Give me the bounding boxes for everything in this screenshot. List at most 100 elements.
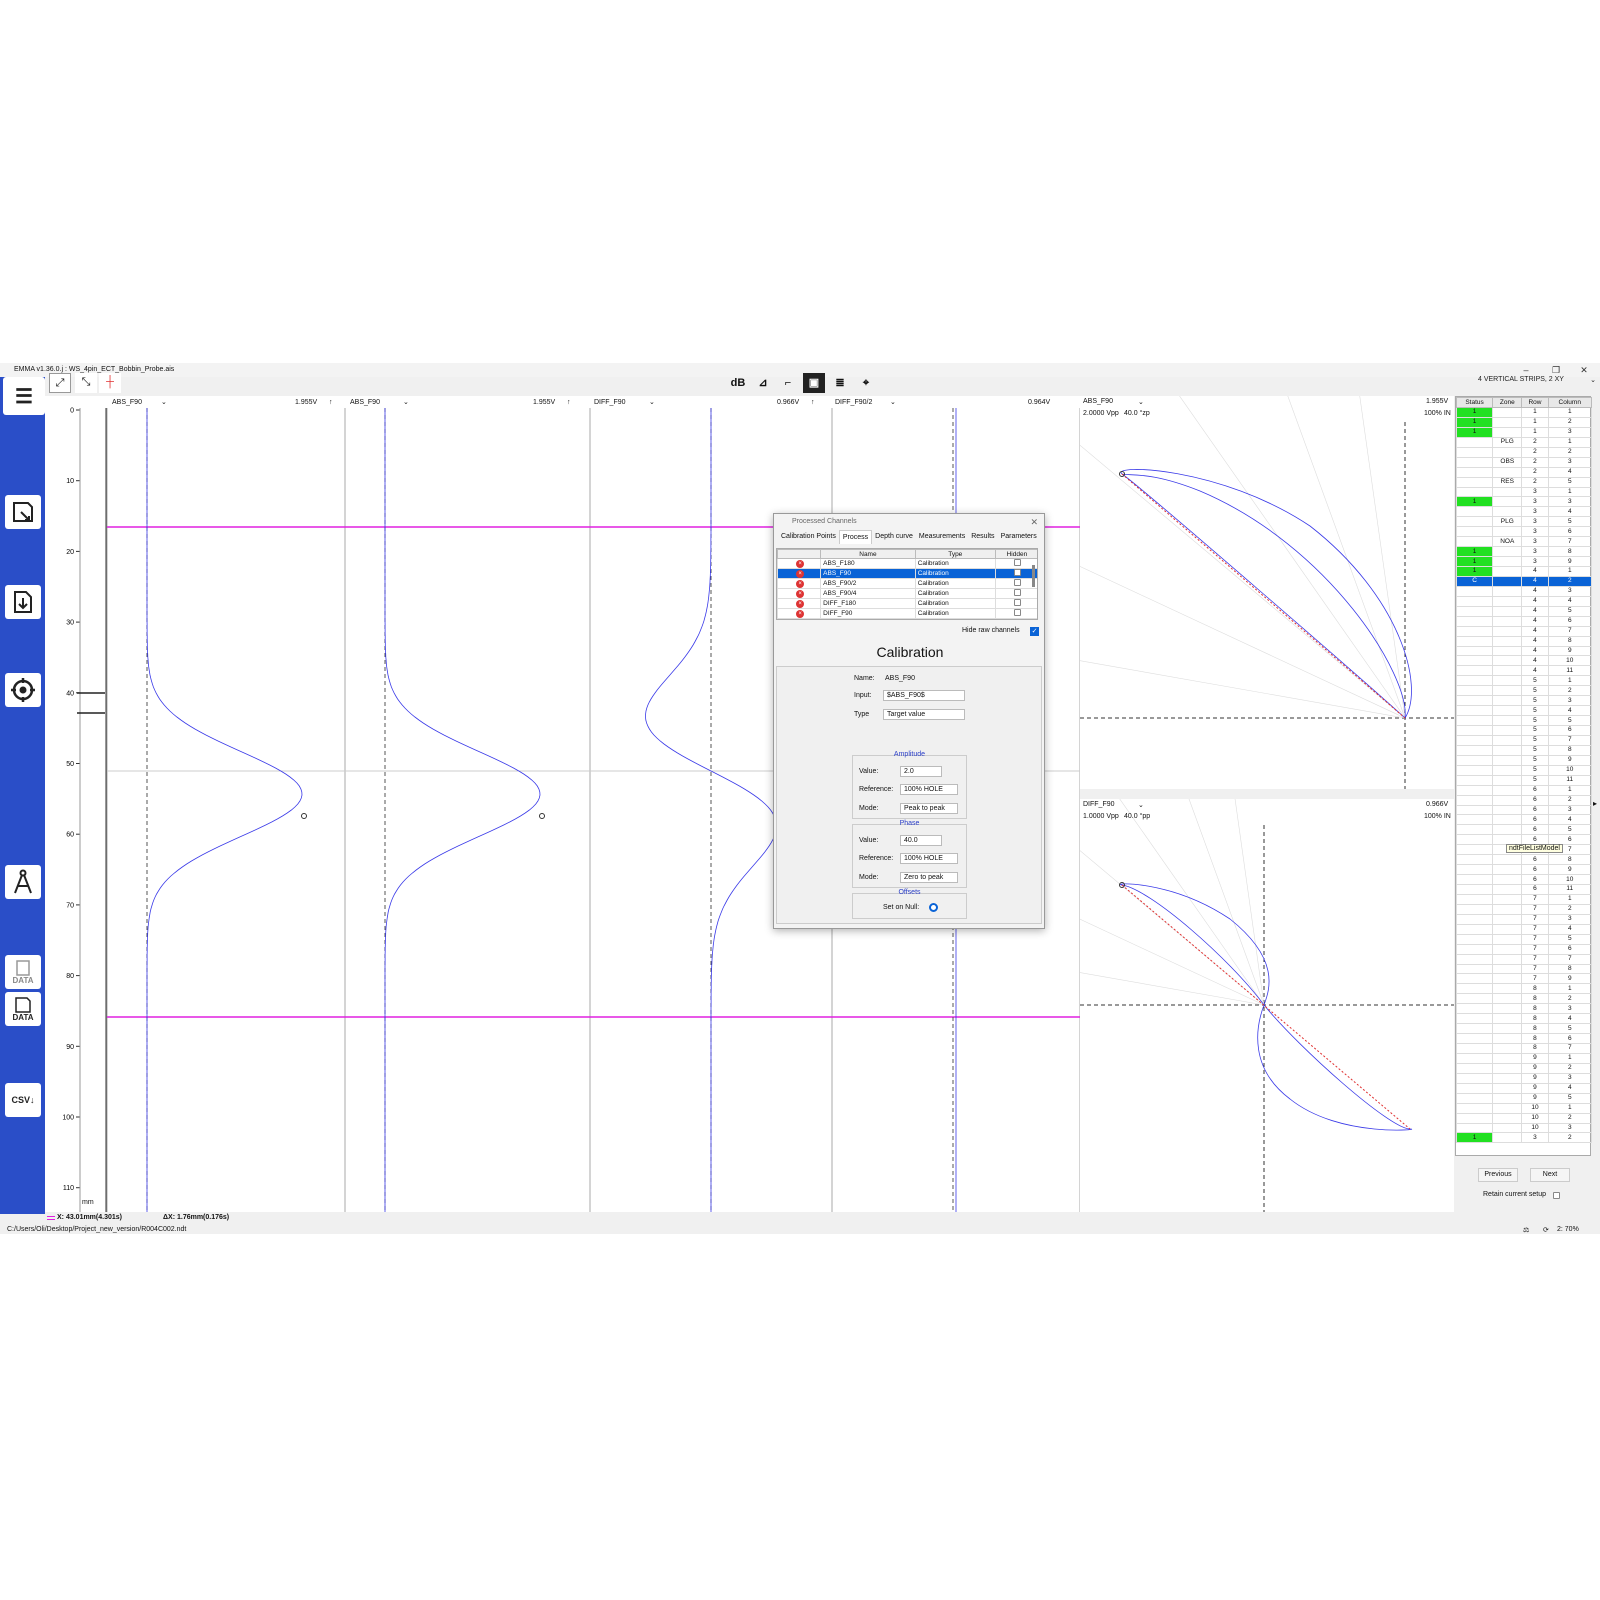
close-icon[interactable]: ✕	[1570, 363, 1598, 377]
table-row[interactable]: 24	[1455, 466, 1592, 478]
table-row[interactable]: 111	[1455, 407, 1592, 418]
table-row[interactable]: 1 33	[1455, 496, 1592, 508]
table-row[interactable]: 56	[1455, 725, 1592, 736]
strip-3-channel[interactable]: DIFF_F90	[594, 396, 626, 409]
expand-view-icon[interactable]: ⤢	[49, 373, 71, 393]
table-row[interactable]: 6 11	[1455, 884, 1592, 895]
arrow-up-icon[interactable]: ↑	[811, 396, 815, 409]
arrow-up-icon[interactable]: ↑	[567, 396, 571, 409]
input-select[interactable]: $ABS_F90$	[883, 690, 965, 701]
compass-icon[interactable]	[5, 865, 41, 899]
amplitude-ref-select[interactable]: 100% HOLE	[900, 784, 958, 795]
phase-ref-select[interactable]: 100% HOLE	[900, 853, 958, 864]
hidden-checkbox[interactable]	[1014, 599, 1022, 606]
table-row[interactable]: 43	[1455, 585, 1592, 597]
col-header-hidden[interactable]: Hidden	[994, 549, 1037, 559]
phase-value-input[interactable]: 40.0	[900, 835, 942, 846]
table-row[interactable]: 47	[1455, 625, 1592, 637]
table-row[interactable]: 58	[1455, 744, 1592, 756]
delete-icon[interactable]: ×	[796, 559, 805, 568]
type-select[interactable]: Target value	[883, 709, 965, 720]
table-row[interactable]: × DIFF_F180 Calibration	[777, 598, 1037, 609]
chip-icon[interactable]: ▣	[803, 373, 825, 393]
table-row[interactable]: 22	[1455, 446, 1592, 458]
expand-right-icon[interactable]: ▸	[1593, 799, 1597, 808]
minimize-icon[interactable]: –	[1512, 363, 1540, 377]
table-row[interactable]: 141	[1455, 566, 1592, 577]
tab-results[interactable]: Results	[968, 530, 997, 544]
table-row[interactable]: 1 39	[1455, 556, 1592, 567]
hidden-checkbox[interactable]	[1014, 579, 1022, 586]
table-row[interactable]: 5 10	[1455, 764, 1592, 776]
table-row[interactable]: × ABS_F90 Calibration	[777, 568, 1037, 579]
table-row[interactable]: 74	[1455, 923, 1592, 935]
xy-bottom-channel[interactable]: DIFF_F90	[1083, 801, 1115, 808]
table-row[interactable]: 85	[1455, 1023, 1592, 1035]
table-row[interactable]: 10 2	[1455, 1112, 1592, 1124]
set-on-null-radio[interactable]	[929, 903, 938, 912]
table-row[interactable]: 65	[1455, 824, 1592, 836]
scrollbar-thumb[interactable]	[1032, 565, 1035, 587]
table-row[interactable]: × DIFF_F90 Calibration	[777, 608, 1037, 619]
table-row[interactable]: 87	[1455, 1043, 1592, 1054]
tab-parameters[interactable]: Parameters	[998, 530, 1040, 544]
table-row[interactable]: 5 11	[1455, 774, 1592, 786]
table-row[interactable]: 77	[1455, 953, 1592, 965]
table-row[interactable]: 64	[1455, 814, 1592, 826]
col-header-column[interactable]: Column	[1547, 397, 1592, 408]
table-row[interactable]: PLG 2 1	[1455, 436, 1592, 448]
channels-table[interactable]: Name Type Hidden × ABS_F180 Calibration × AB…	[776, 548, 1038, 620]
col-header-type[interactable]: Type	[914, 549, 996, 559]
table-row[interactable]: PLG 3 5	[1455, 516, 1592, 528]
layout-select[interactable]: 4 VERTICAL STRIPS, 2 XY ⌄	[1478, 376, 1598, 389]
table-row[interactable]: 75	[1455, 933, 1592, 945]
table-row[interactable]: 91	[1455, 1052, 1592, 1064]
table-row[interactable]: 1 38	[1455, 546, 1592, 558]
tab-calibration-points[interactable]: Calibration Points	[778, 530, 839, 544]
table-row[interactable]: 94	[1455, 1082, 1592, 1094]
table-row[interactable]: 82	[1455, 993, 1592, 1005]
table-row[interactable]: 45	[1455, 605, 1592, 617]
table-row[interactable]: 95	[1455, 1092, 1592, 1104]
delete-icon[interactable]: ×	[796, 569, 805, 578]
tab-process[interactable]: Process	[838, 530, 873, 544]
delete-icon[interactable]: ×	[796, 599, 805, 608]
table-row[interactable]: 83	[1455, 1003, 1592, 1015]
table-row[interactable]: 84	[1455, 1013, 1592, 1025]
table-row[interactable]: 34	[1455, 506, 1592, 518]
table-row[interactable]: 46	[1455, 615, 1592, 627]
table-row[interactable]: 62	[1455, 794, 1592, 806]
table-row[interactable]: 79	[1455, 973, 1592, 985]
table-row[interactable]: × ABS_F90/2 Calibration	[777, 578, 1037, 589]
table-row[interactable]: 4 10	[1455, 655, 1592, 667]
table-row[interactable]: 6 10	[1455, 874, 1592, 885]
sync-icon[interactable]: ⟳	[1543, 1226, 1549, 1234]
restore-icon[interactable]: ❐	[1542, 363, 1570, 377]
table-row[interactable]: 93	[1455, 1072, 1592, 1084]
table-row[interactable]: 73	[1455, 913, 1592, 925]
table-row[interactable]: 4 11	[1455, 665, 1592, 677]
table-row[interactable]: 112	[1455, 416, 1592, 428]
save-file-icon[interactable]	[5, 495, 41, 529]
arrow-up-icon[interactable]: ↑	[329, 396, 333, 409]
table-row[interactable]: OBS 2 3	[1455, 456, 1592, 468]
table-row[interactable]: 49	[1455, 645, 1592, 657]
close-icon[interactable]: ✕	[1030, 514, 1038, 530]
table-row[interactable]: 61	[1455, 784, 1592, 796]
phase-mode-select[interactable]: Zero to peak	[900, 872, 958, 883]
table-row[interactable]: 68	[1455, 854, 1592, 866]
map-pin-icon[interactable]: ⌖	[855, 373, 877, 393]
next-button[interactable]: Next	[1530, 1168, 1570, 1182]
strip-1-channel[interactable]: ABS_F90	[112, 396, 142, 409]
previous-button[interactable]: Previous	[1478, 1168, 1518, 1182]
tab-measurements[interactable]: Measurements	[916, 530, 968, 544]
table-row[interactable]: 55	[1455, 715, 1592, 726]
delete-icon[interactable]: ×	[796, 579, 805, 588]
db-button[interactable]: dB	[727, 373, 749, 393]
tube-table[interactable]: Status Zone Row Column 1 1 1 1 1 2 1 1 3 PLG 2 1 2 2 O…	[1455, 397, 1592, 1144]
table-row[interactable]: × ABS_F90/4 Calibration	[777, 588, 1037, 599]
collapse-view-icon[interactable]: ⤡	[75, 373, 97, 393]
scale-icon[interactable]: ⚖	[1523, 1226, 1529, 1234]
hidden-checkbox[interactable]	[1014, 589, 1022, 596]
data-folder-icon[interactable]: DATA	[5, 955, 41, 989]
